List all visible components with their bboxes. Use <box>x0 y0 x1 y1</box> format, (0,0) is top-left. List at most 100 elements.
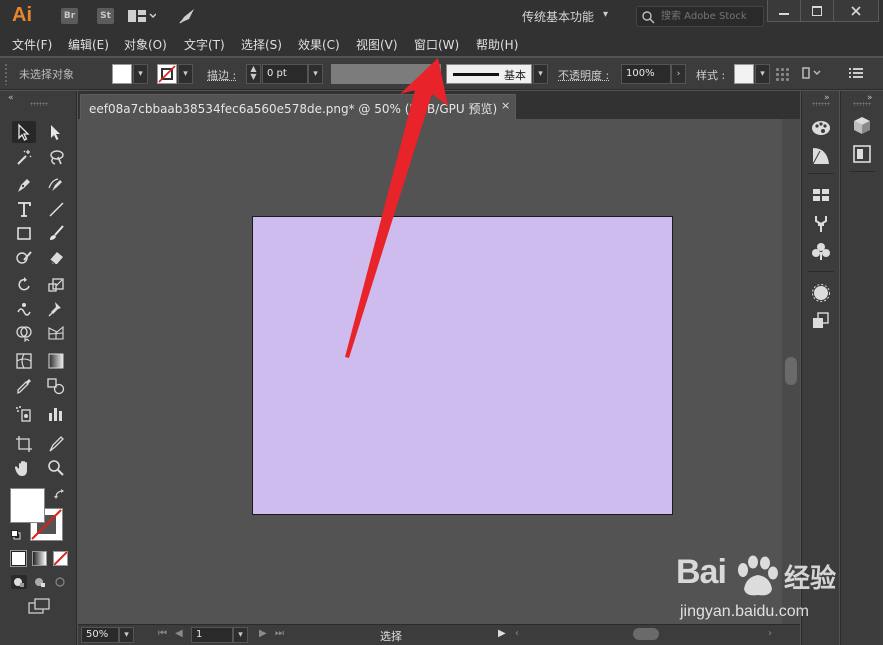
close-tab-icon[interactable]: × <box>501 99 510 112</box>
artboard[interactable] <box>252 216 673 515</box>
draw-normal-button[interactable] <box>11 575 27 589</box>
lasso-tool[interactable] <box>44 146 68 168</box>
draw-behind-button[interactable] <box>32 575 48 589</box>
blend-tool[interactable] <box>44 375 68 397</box>
color-guide-button[interactable] <box>810 145 832 167</box>
magic-wand-tool[interactable] <box>12 146 36 168</box>
menu-help[interactable]: 帮助(H) <box>476 36 518 53</box>
opacity-arrow[interactable]: › <box>671 64 686 84</box>
fill-dropdown[interactable]: ▾ <box>133 64 148 84</box>
appearance-button[interactable] <box>810 282 832 304</box>
type-tool[interactable] <box>12 198 36 220</box>
stroke-swatch[interactable] <box>157 64 177 84</box>
next-artboard-icon[interactable]: ▶ <box>259 628 267 639</box>
artboard-dropdown[interactable]: ▾ <box>233 627 248 643</box>
bridge-button[interactable]: Br <box>61 8 78 24</box>
workspace-switcher[interactable]: 传统基本功能 <box>522 8 594 25</box>
menu-select[interactable]: 选择(S) <box>241 36 282 53</box>
canvas-area[interactable] <box>78 119 782 624</box>
opacity-field[interactable]: 100% <box>621 64 671 84</box>
fill-color-box[interactable] <box>10 488 45 523</box>
brush-dropdown[interactable]: ▾ <box>533 64 548 84</box>
mesh-tool[interactable] <box>12 350 36 372</box>
graphic-style-swatch[interactable] <box>734 64 754 84</box>
brush-definition[interactable]: 基本 <box>446 64 532 84</box>
menu-view[interactable]: 视图(V) <box>356 36 398 53</box>
properties-button[interactable] <box>851 143 873 165</box>
color-mode-button[interactable] <box>10 550 27 567</box>
swatches-button[interactable] <box>810 184 832 206</box>
line-segment-tool[interactable] <box>44 198 68 220</box>
color-panel-button[interactable] <box>810 117 832 139</box>
last-artboard-icon[interactable]: ⏭ <box>275 628 284 639</box>
status-menu-arrow[interactable]: ▶ <box>498 628 506 639</box>
gradient-tool[interactable] <box>44 350 68 372</box>
stroke-weight-label[interactable]: 描边 : <box>207 67 236 83</box>
stock-button[interactable]: St <box>97 8 114 24</box>
hand-tool[interactable] <box>12 457 36 479</box>
slice-tool[interactable] <box>44 433 68 455</box>
window-layout-icon[interactable] <box>128 9 157 23</box>
isolate-icon[interactable] <box>802 66 822 80</box>
default-colors-icon[interactable] <box>11 529 21 540</box>
menu-effect[interactable]: 效果(C) <box>298 36 340 53</box>
artboard-tool[interactable] <box>12 433 36 455</box>
menu-file[interactable]: 文件(F) <box>12 36 52 53</box>
paintbrush-tool[interactable] <box>44 222 68 244</box>
panel-grip[interactable] <box>812 102 830 106</box>
rectangle-tool[interactable] <box>12 222 36 244</box>
shape-builder-tool[interactable] <box>12 322 36 344</box>
puppet-warp-tool[interactable] <box>44 298 68 320</box>
stroke-weight-dropdown[interactable]: ▾ <box>308 64 323 84</box>
scroll-right-icon[interactable]: › <box>768 628 772 639</box>
screen-mode-button[interactable] <box>28 598 50 614</box>
variable-width-profile[interactable] <box>331 64 441 84</box>
close-window-button[interactable] <box>833 0 879 22</box>
panel-grip[interactable] <box>30 102 48 106</box>
panel-grip[interactable] <box>4 63 8 85</box>
previous-artboard-icon[interactable]: ◀ <box>175 628 183 639</box>
stroke-stepper[interactable]: ▲ ▼ <box>246 64 261 84</box>
symbol-sprayer-tool[interactable] <box>12 403 36 425</box>
gradient-mode-button[interactable] <box>32 551 47 566</box>
perspective-grid-tool[interactable] <box>44 322 68 344</box>
scrollbar-thumb[interactable] <box>785 357 797 385</box>
scroll-left-icon[interactable]: ‹ <box>515 628 519 639</box>
brushes-button[interactable] <box>810 212 832 234</box>
zoom-tool[interactable] <box>44 457 68 479</box>
minimize-button[interactable] <box>767 0 801 22</box>
panel-grip[interactable] <box>853 102 871 106</box>
style-dropdown[interactable]: ▾ <box>755 64 770 84</box>
warp-tool[interactable] <box>12 298 36 320</box>
curvature-tool[interactable] <box>44 174 68 196</box>
vertical-scrollbar[interactable] <box>782 119 800 624</box>
artboard-number-field[interactable]: 1 <box>191 627 233 643</box>
menu-type[interactable]: 文字(T) <box>184 36 225 53</box>
symbols-button[interactable] <box>810 240 832 262</box>
rotate-tool[interactable] <box>12 274 36 296</box>
panel-menu-icon[interactable] <box>849 67 863 79</box>
menu-object[interactable]: 对象(O) <box>124 36 167 53</box>
opacity-label[interactable]: 不透明度 : <box>558 67 609 83</box>
stroke-dropdown[interactable]: ▾ <box>178 64 193 84</box>
direct-selection-tool[interactable] <box>44 121 68 143</box>
maximize-button[interactable] <box>800 0 834 22</box>
draw-inside-button[interactable] <box>53 575 69 589</box>
fill-swatch[interactable] <box>112 64 132 84</box>
column-graph-tool[interactable] <box>44 403 68 425</box>
zoom-level-field[interactable]: 50% <box>81 627 119 643</box>
menu-window[interactable]: 窗口(W) <box>414 36 459 53</box>
rocket-icon[interactable] <box>178 7 196 25</box>
selection-tool[interactable] <box>12 121 36 143</box>
align-grid-icon[interactable] <box>775 67 789 81</box>
shaper-tool[interactable] <box>12 246 36 268</box>
document-tab[interactable]: eef08a7cbbaab38534fec6a560e578de.png* @ … <box>80 94 516 119</box>
chevron-down-icon[interactable]: ▾ <box>603 9 608 20</box>
scale-tool[interactable] <box>44 274 68 296</box>
collapse-panel-icon[interactable]: « <box>8 93 14 103</box>
transparency-button[interactable] <box>810 310 832 332</box>
menu-edit[interactable]: 编辑(E) <box>68 36 109 53</box>
swap-colors-icon[interactable] <box>54 489 66 501</box>
none-mode-button[interactable] <box>53 551 68 566</box>
zoom-dropdown[interactable]: ▾ <box>119 627 134 643</box>
